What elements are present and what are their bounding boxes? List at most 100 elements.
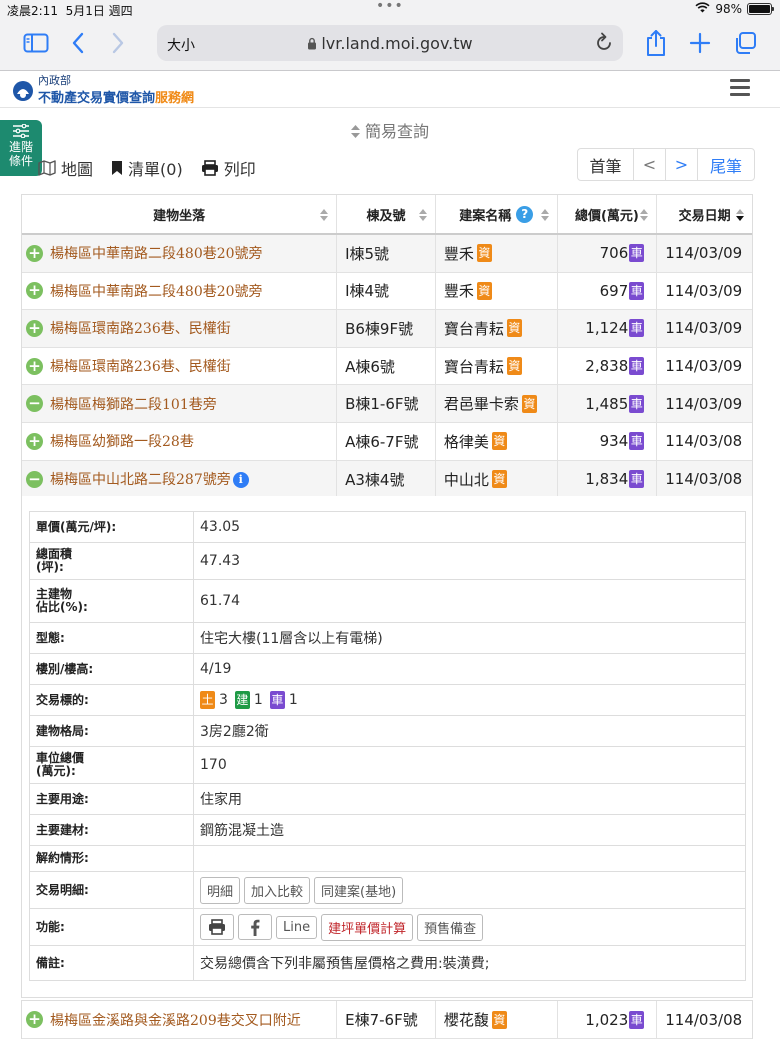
logo-title[interactable]: 不動產交易實價查詢服務網 xyxy=(38,87,194,106)
first-page-button[interactable]: 首筆 xyxy=(578,149,634,180)
menu-hamburger-icon[interactable] xyxy=(730,79,750,96)
parking-badge[interactable]: 車 xyxy=(629,432,645,451)
row-project: 櫻花馥 xyxy=(443,1011,489,1029)
reload-icon[interactable] xyxy=(595,32,613,56)
back-arrow-icon[interactable] xyxy=(66,28,90,58)
table-row[interactable]: + 楊梅區環南路236巷、民權街 B6棟9F號 寶台青耘資 1,124 車 114/… xyxy=(22,310,752,348)
row-price: 1,023 xyxy=(585,1010,629,1029)
parking-badge[interactable]: 車 xyxy=(629,470,645,489)
help-question-icon[interactable]: ? xyxy=(516,205,534,223)
header-date[interactable]: 交易日期 xyxy=(657,195,752,233)
list-button[interactable]: 清單(0) xyxy=(111,156,183,180)
add-compare-button[interactable]: 加入比較 xyxy=(244,876,311,904)
row-address[interactable]: 楊梅區環南路236巷、民權街 xyxy=(50,318,231,338)
header-address[interactable]: 建物坐落 xyxy=(22,195,338,233)
row-address[interactable]: 楊梅區幼獅路一段28巷 xyxy=(50,431,194,451)
table-row[interactable]: + 楊梅區金溪路與金溪路209巷交叉口附近 E棟7-6F號 櫻花馥資 1,023 車… xyxy=(22,1001,752,1039)
header-price[interactable]: 總價(萬元) xyxy=(558,195,658,233)
unit-price-calc-button[interactable]: 建坪單價計算 xyxy=(321,913,414,941)
parking-badge[interactable]: 車 xyxy=(629,244,645,263)
share-icon[interactable] xyxy=(643,28,669,58)
row-price: 934 xyxy=(599,432,629,451)
row-building: B6棟9F號 xyxy=(337,310,436,347)
header-project[interactable]: 建案名稱? xyxy=(436,195,558,233)
collapse-minus-icon[interactable]: − xyxy=(26,395,43,413)
detail-button[interactable]: 明細 xyxy=(200,876,241,904)
sort-icon xyxy=(418,209,427,221)
parking-badge[interactable]: 車 xyxy=(629,319,645,338)
moi-logo-icon[interactable] xyxy=(12,80,34,102)
sidebar-toggle-icon[interactable] xyxy=(22,28,50,58)
expand-plus-icon[interactable]: + xyxy=(26,282,43,300)
row-price: 1,124 xyxy=(585,319,629,338)
table-row[interactable]: − 楊梅區梅獅路二段101巷旁 B棟1-6F號 君邑畢卡索資 1,485 車 114… xyxy=(22,385,752,423)
detail-row-functions: 功能: Line 建坪單價計算 預售備查 xyxy=(30,909,745,946)
table-row[interactable]: + 楊梅區環南路236巷、民權街 A棟6號 寶台青耘資 2,838 車 114/03… xyxy=(22,347,752,386)
advanced-filter-tab[interactable]: 進階 條件 xyxy=(0,120,42,176)
results-table: 建物坐落 棟及號 建案名稱? 總價(萬元) 交易日期 + 楊梅區中華南路二段480… xyxy=(21,194,753,500)
info-badge[interactable]: 資 xyxy=(491,470,507,489)
row-address[interactable]: 楊梅區中華南路二段480巷20號旁 xyxy=(50,243,263,263)
info-badge[interactable]: 資 xyxy=(491,432,507,451)
parking-badge[interactable]: 車 xyxy=(629,281,645,300)
map-button[interactable]: 地圖 xyxy=(38,156,93,180)
expand-plus-icon[interactable]: + xyxy=(26,1011,43,1028)
parking-badge[interactable]: 車 xyxy=(629,357,645,376)
info-badge[interactable]: 資 xyxy=(506,357,522,376)
prev-page-button[interactable]: < xyxy=(634,149,666,180)
header-building[interactable]: 棟及號 xyxy=(337,195,436,233)
detail-row-material: 主要建材: 鋼筋混凝土造 xyxy=(30,815,745,846)
presale-record-button[interactable]: 預售備查 xyxy=(417,913,484,941)
battery-percent: 98% xyxy=(715,2,742,16)
sort-updown-icon xyxy=(350,125,360,138)
table-row-expanded[interactable]: − 楊梅區中山北路二段287號旁 i A3棟4號 中山北資 1,834 車 114/0… xyxy=(22,460,752,499)
detail-row-type: 型態: 住宅大樓(11層含以上有電梯) xyxy=(30,623,745,654)
expand-plus-icon[interactable]: + xyxy=(26,357,43,375)
print-button[interactable] xyxy=(200,914,234,940)
info-icon[interactable]: i xyxy=(232,472,249,489)
parking-badge: 車 xyxy=(269,691,285,709)
info-badge[interactable]: 資 xyxy=(521,394,537,413)
forward-arrow-icon[interactable] xyxy=(106,28,130,58)
row-date: 114/03/09 xyxy=(665,394,743,413)
next-page-button[interactable]: > xyxy=(666,149,698,180)
parking-badge[interactable]: 車 xyxy=(629,1010,645,1029)
expand-plus-icon[interactable]: + xyxy=(26,319,43,337)
row-address[interactable]: 楊梅區金溪路與金溪路209巷交叉口附近 xyxy=(50,1010,301,1030)
same-project-button[interactable]: 同建案(基地) xyxy=(314,876,404,904)
multitask-dots[interactable]: ••• xyxy=(376,0,404,14)
print-button[interactable]: 列印 xyxy=(201,156,256,180)
table-header: 建物坐落 棟及號 建案名稱? 總價(萬元) 交易日期 xyxy=(22,195,752,235)
new-tab-plus-icon[interactable] xyxy=(688,28,712,58)
facebook-share-button[interactable] xyxy=(238,914,272,940)
table-row[interactable]: + 楊梅區幼獅路一段28巷 A棟6-7F號 格律美資 934 車 114/03/08 xyxy=(22,422,752,461)
row-address[interactable]: 楊梅區環南路236巷、民權街 xyxy=(50,356,231,376)
info-badge[interactable]: 資 xyxy=(476,244,492,263)
parking-badge[interactable]: 車 xyxy=(629,394,645,413)
row-address[interactable]: 楊梅區中山北路二段287號旁 i xyxy=(50,469,249,489)
table-row[interactable]: + 楊梅區中華南路二段480巷20號旁 I棟4號 豐禾資 697 車 114/03/… xyxy=(22,272,752,311)
printer-icon xyxy=(209,919,225,935)
line-share-button[interactable]: Line xyxy=(276,915,318,939)
row-date: 114/03/09 xyxy=(665,357,743,376)
collapse-minus-icon[interactable]: − xyxy=(26,470,43,488)
address-bar[interactable]: 大小 lvr.land.moi.gov.tw xyxy=(157,25,623,61)
sort-icon xyxy=(640,209,649,221)
tabs-overview-icon[interactable] xyxy=(732,28,758,58)
row-price: 1,485 xyxy=(585,394,629,413)
row-project: 寶台青耘 xyxy=(443,319,504,338)
row-address[interactable]: 楊梅區中華南路二段480巷20號旁 xyxy=(50,281,263,301)
row-project: 豐禾 xyxy=(443,244,474,263)
info-badge[interactable]: 資 xyxy=(491,1010,507,1029)
sort-icon xyxy=(320,209,329,221)
expand-plus-icon[interactable]: + xyxy=(26,244,43,262)
table-row[interactable]: + 楊梅區中華南路二段480巷20號旁 I棟5號 豐禾資 706 車 114/03/… xyxy=(22,235,752,273)
last-page-button[interactable]: 尾筆 xyxy=(698,149,754,180)
row-address[interactable]: 楊梅區梅獅路二段101巷旁 xyxy=(50,394,217,414)
expand-plus-icon[interactable]: + xyxy=(26,432,43,450)
info-badge[interactable]: 資 xyxy=(476,281,492,300)
simple-query-toggle[interactable]: 簡易查詢 xyxy=(0,118,780,142)
row-price: 697 xyxy=(599,281,629,300)
info-badge[interactable]: 資 xyxy=(506,319,522,338)
row-date: 114/03/09 xyxy=(665,244,743,263)
